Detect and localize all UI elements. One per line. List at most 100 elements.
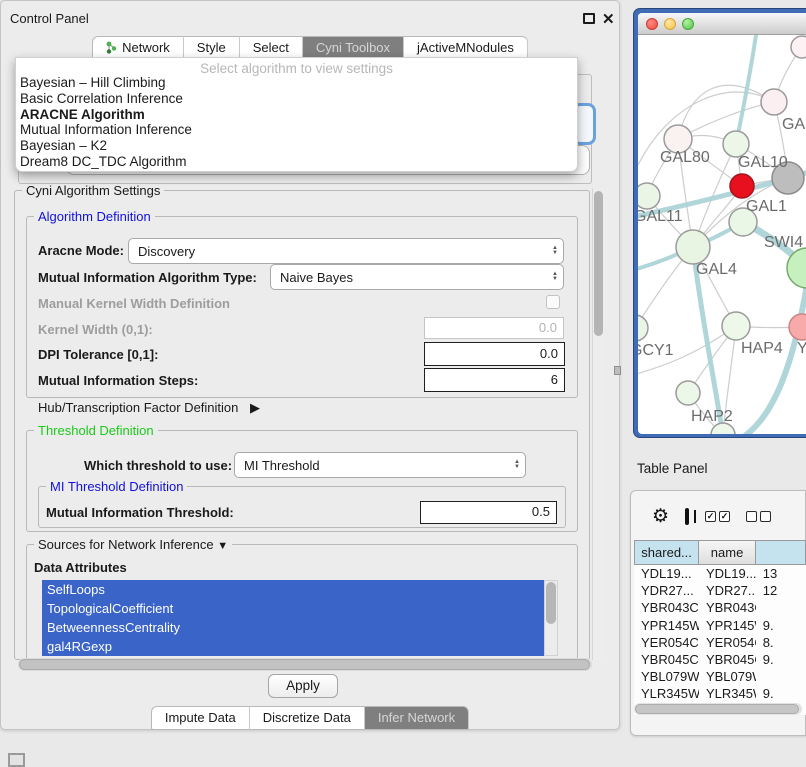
mi-steps-field[interactable]: 6 bbox=[424, 368, 565, 392]
network-edge[interactable] bbox=[678, 102, 774, 139]
sources-group-toggle[interactable]: Sources for Network Inference ▼ bbox=[34, 537, 232, 552]
dropdown-item[interactable]: Bayesian – K2 bbox=[16, 138, 577, 154]
tab-label: Discretize Data bbox=[263, 710, 351, 725]
mi-threshold-label: Mutual Information Threshold: bbox=[46, 505, 234, 520]
mi-type-combo[interactable]: Naive Bayes ▲▼ bbox=[270, 264, 564, 290]
data-attributes-list[interactable]: SelfLoopsTopologicalCoefficientBetweenne… bbox=[42, 580, 544, 656]
column-header[interactable] bbox=[756, 540, 806, 565]
table-cell: YDR27... bbox=[699, 582, 756, 599]
zoom-traffic-icon[interactable] bbox=[682, 18, 694, 30]
network-node-gal1[interactable] bbox=[730, 174, 754, 198]
table-cell: YER054C bbox=[634, 634, 699, 651]
dropdown-item[interactable]: Bayesian – Hill Climbing bbox=[16, 75, 577, 91]
table-row[interactable]: YBR043CYBR043C bbox=[634, 599, 806, 616]
tab-label: Select bbox=[253, 40, 289, 55]
minimize-traffic-icon[interactable] bbox=[664, 18, 676, 30]
dpi-tolerance-field[interactable]: 0.0 bbox=[424, 342, 565, 366]
table-row[interactable]: YER054CYER054C8. bbox=[634, 634, 806, 651]
network-canvas-frame: GALGAL80GAL10GAL1GAL11SWI4GAL4GCY1HAP4YH… bbox=[638, 13, 806, 434]
table-horizontal-scrollbar-thumb[interactable] bbox=[635, 704, 799, 714]
settings-vertical-scrollbar-thumb[interactable] bbox=[594, 191, 603, 336]
network-node-gal[interactable] bbox=[761, 89, 787, 115]
network-graph[interactable]: GALGAL80GAL10GAL1GAL11SWI4GAL4GCY1HAP4YH… bbox=[638, 35, 806, 434]
settings-horizontal-scrollbar-thumb[interactable] bbox=[19, 659, 590, 670]
network-window-titlebar bbox=[638, 13, 806, 35]
checked-checkbox-icon: ✓ bbox=[719, 511, 730, 522]
close-icon[interactable]: ✕ bbox=[602, 7, 615, 33]
attribute-item[interactable]: BetweennessCentrality bbox=[42, 618, 544, 637]
apply-button[interactable]: Apply bbox=[268, 674, 338, 698]
attributes-scrollbar-thumb[interactable] bbox=[546, 582, 556, 624]
kernel-width-field[interactable]: 0.0 bbox=[424, 317, 564, 339]
gear-icon[interactable]: ⚙ bbox=[652, 507, 669, 526]
dropdown-item[interactable]: Dream8 DC_TDC Algorithm bbox=[16, 154, 577, 170]
which-threshold-combo[interactable]: MI Threshold ▲▼ bbox=[234, 452, 526, 478]
mi-threshold-field[interactable]: 0.5 bbox=[420, 501, 557, 524]
table-row[interactable]: YLR345WYLR345W9. bbox=[634, 685, 806, 702]
table-header-row: shared...name bbox=[634, 540, 806, 565]
dropdown-item[interactable]: ARACNE Algorithm bbox=[16, 107, 577, 123]
table-cell: YBR043C bbox=[699, 599, 756, 616]
tab-infer-network[interactable]: Infer Network bbox=[365, 706, 469, 730]
column-header[interactable]: shared... bbox=[634, 540, 699, 565]
attribute-item[interactable]: gal4RGexp bbox=[42, 637, 544, 656]
hub-definition-toggle[interactable]: Hub/Transcription Factor Definition ▶ bbox=[38, 400, 260, 416]
network-edge-highlighted[interactable] bbox=[736, 35, 756, 144]
network-node-hap4[interactable] bbox=[722, 312, 750, 340]
table-row[interactable]: YPR145WYPR145W9. bbox=[634, 617, 806, 634]
network-node-label: SWI4 bbox=[764, 234, 803, 251]
network-node[interactable] bbox=[791, 36, 806, 58]
mi-type-value: Naive Bayes bbox=[280, 270, 353, 285]
network-node-gcy1[interactable] bbox=[638, 315, 648, 341]
tab-discretize-data[interactable]: Discretize Data bbox=[250, 706, 365, 730]
table-row[interactable]: YDL19...YDL19...13 bbox=[634, 565, 806, 582]
dropdown-item[interactable]: Basic Correlation Inference bbox=[16, 91, 577, 107]
table-cell: YDL19... bbox=[699, 565, 756, 582]
float-window-icon[interactable] bbox=[583, 13, 595, 24]
deselect-all-icon[interactable] bbox=[746, 511, 771, 522]
split-columns-icon[interactable] bbox=[685, 508, 689, 525]
network-node-label: Y bbox=[797, 340, 806, 357]
unchecked-checkbox-icon bbox=[760, 511, 771, 522]
manual-kernel-label: Manual Kernel Width Definition bbox=[38, 296, 230, 311]
close-traffic-icon[interactable] bbox=[646, 18, 658, 30]
table-cell: YDR27... bbox=[634, 582, 699, 599]
mi-steps-label: Mutual Information Steps: bbox=[38, 373, 198, 388]
sources-group-title: Sources for Network Inference bbox=[38, 537, 214, 552]
table-row[interactable]: YBL079WYBL079W bbox=[634, 668, 806, 685]
table-row[interactable]: YDR27...YDR27...12 bbox=[634, 582, 806, 599]
hub-definition-label: Hub/Transcription Factor Definition bbox=[38, 400, 238, 415]
table-row[interactable]: YBR045CYBR045C9. bbox=[634, 651, 806, 668]
table-cell: YPR145W bbox=[634, 617, 699, 634]
table-body: YDL19...YDL19...13YDR27...YDR27...12YBR0… bbox=[634, 565, 806, 715]
attribute-item[interactable]: SelfLoops bbox=[42, 580, 544, 599]
column-header[interactable]: name bbox=[699, 540, 756, 565]
table-cell: 9. bbox=[756, 617, 806, 634]
tab-label: Cyni Toolbox bbox=[316, 40, 390, 55]
network-node-label: GAL bbox=[782, 116, 806, 133]
manual-kernel-checkbox[interactable] bbox=[546, 295, 560, 309]
network-node-y[interactable] bbox=[789, 314, 806, 340]
table-cell: YLR345W bbox=[699, 685, 756, 702]
network-node-gal4[interactable] bbox=[676, 230, 710, 264]
dropdown-item[interactable]: Mutual Information Inference bbox=[16, 122, 577, 138]
algorithm-definition-title: Algorithm Definition bbox=[34, 209, 155, 224]
network-node-label: GAL10 bbox=[738, 154, 788, 171]
cyni-algorithm-settings-title: Cyni Algorithm Settings bbox=[22, 183, 164, 198]
table-cell: 8. bbox=[756, 634, 806, 651]
select-all-icon[interactable]: ✓ ✓ bbox=[705, 511, 730, 522]
table-cell: YDL19... bbox=[634, 565, 699, 582]
checked-checkbox-icon: ✓ bbox=[705, 511, 716, 522]
combo-arrows-icon: ▲▼ bbox=[552, 272, 558, 282]
network-view-window: GALGAL80GAL10GAL1GAL11SWI4GAL4GCY1HAP4YH… bbox=[633, 8, 806, 438]
aracne-mode-combo[interactable]: Discovery ▲▼ bbox=[128, 238, 564, 264]
network-node-hap2[interactable] bbox=[676, 381, 700, 405]
attribute-item[interactable]: TopologicalCoefficient bbox=[42, 599, 544, 618]
network-node-gal11[interactable] bbox=[638, 183, 660, 209]
tab-label: Network bbox=[122, 40, 170, 55]
tab-impute-data[interactable]: Impute Data bbox=[151, 706, 250, 730]
bottom-left-panel-icon[interactable] bbox=[8, 753, 25, 767]
table-cell bbox=[756, 599, 806, 616]
network-edge-highlighted[interactable] bbox=[733, 285, 806, 434]
panel-splitter-handle[interactable] bbox=[614, 366, 621, 375]
